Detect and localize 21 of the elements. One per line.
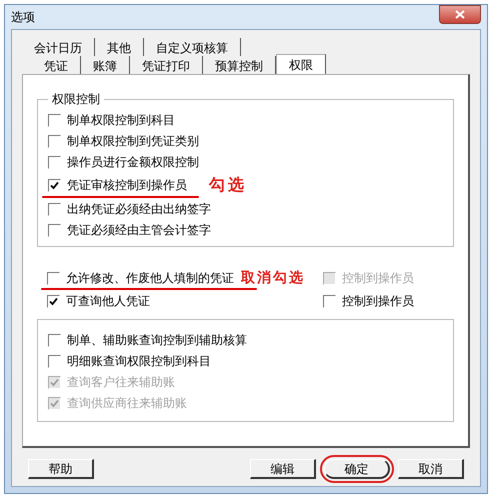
close-button[interactable] [439, 4, 481, 24]
checkbox-label[interactable]: 凭证审核控制到操作员 [67, 177, 187, 194]
checkbox-label[interactable]: 明细账查询权限控制到科目 [67, 352, 211, 370]
checkbox-label[interactable]: 控制到操作员 [342, 292, 414, 310]
checkbox-label[interactable]: 操作员进行金额权限控制 [67, 154, 199, 170]
dialog-button[interactable]: 取消 [398, 459, 464, 479]
checkbox-label[interactable]: 制单、辅助账查询控制到辅助核算 [67, 332, 247, 348]
annotation-text: 取消勾选 [241, 270, 305, 286]
checkbox-label[interactable]: 可查询他人凭证 [66, 292, 150, 310]
close-icon [455, 10, 465, 18]
tab[interactable]: 权限 [276, 54, 326, 74]
group-title: 权限控制 [51, 91, 101, 108]
checkbox-label[interactable]: 制单权限控制到科目 [67, 112, 175, 128]
checkbox-label[interactable]: 凭证必须经由主管会计签字 [67, 222, 211, 238]
checkbox-label[interactable]: 出纳凭证必须经由出纳签字 [67, 200, 211, 218]
dialog-button[interactable]: 帮助 [28, 459, 94, 479]
checkbox-label[interactable]: 允许修改、作废他人填制的凭证 [66, 270, 234, 286]
window-title: 选项 [11, 8, 35, 26]
annotation-text: 勾选 [209, 175, 247, 196]
dialog-button[interactable]: 编辑 [250, 459, 316, 479]
checkbox-label[interactable]: 制单权限控制到凭证类别 [67, 132, 199, 150]
